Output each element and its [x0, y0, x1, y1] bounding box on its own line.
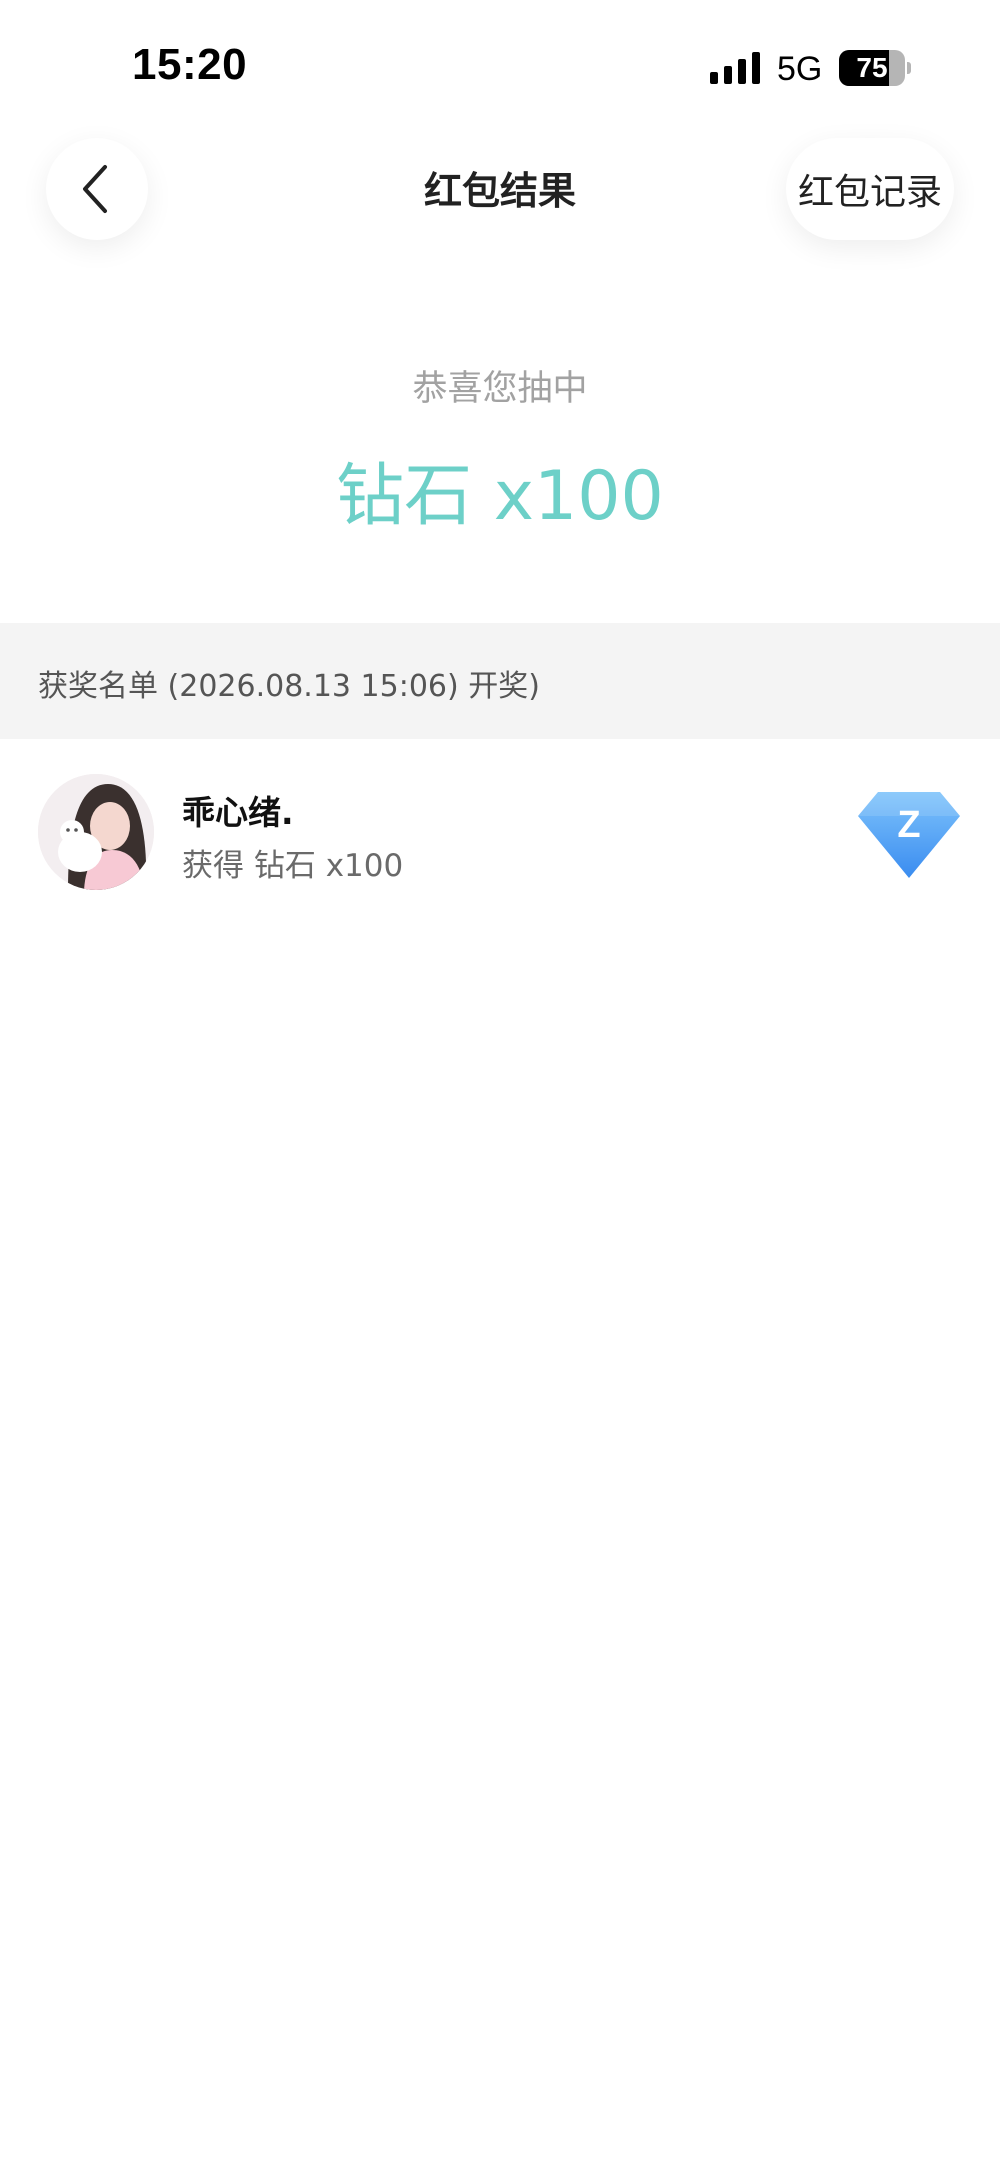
status-time: 15:20: [132, 40, 248, 89]
avatar[interactable]: [38, 774, 154, 890]
battery-icon: 75: [839, 50, 911, 86]
prize-text: 钻石 x100: [336, 457, 664, 536]
back-button[interactable]: [46, 138, 148, 240]
status-bar: 15:20 5G 75: [0, 0, 1000, 120]
winner-list-item[interactable]: 乖心绪. 获得 钻石 x100 Z: [0, 760, 1000, 900]
battery-percentage: 75: [856, 52, 888, 83]
red-packet-result-page: 15:20 5G 75 红包结果 红包记录 恭喜您抽中 钻石 x100 获奖名单…: [0, 0, 1000, 2168]
chevron-left-icon: [83, 165, 107, 213]
winner-list-header: 获奖名单 (2026.08.13 15:06) 开奖): [0, 623, 1000, 739]
battery-body: 75: [839, 50, 905, 86]
avatar-image: [38, 774, 154, 890]
winner-name: 乖心绪.: [182, 793, 294, 832]
winner-prize-detail: 获得 钻石 x100: [182, 848, 404, 884]
diamond-badge-letter: Z: [897, 804, 920, 846]
red-packet-records-button[interactable]: 红包记录: [786, 138, 954, 240]
signal-bars-icon: [710, 52, 760, 84]
battery-tip: [907, 62, 911, 74]
winner-list-header-text: 获奖名单 (2026.08.13 15:06) 开奖): [38, 669, 540, 704]
nav-bar: 红包结果 红包记录: [0, 130, 1000, 250]
page-title: 红包结果: [423, 169, 576, 213]
result-subtitle: 恭喜您抽中: [412, 369, 588, 409]
network-type-label: 5G: [777, 50, 823, 88]
diamond-z-icon: Z: [858, 792, 960, 878]
